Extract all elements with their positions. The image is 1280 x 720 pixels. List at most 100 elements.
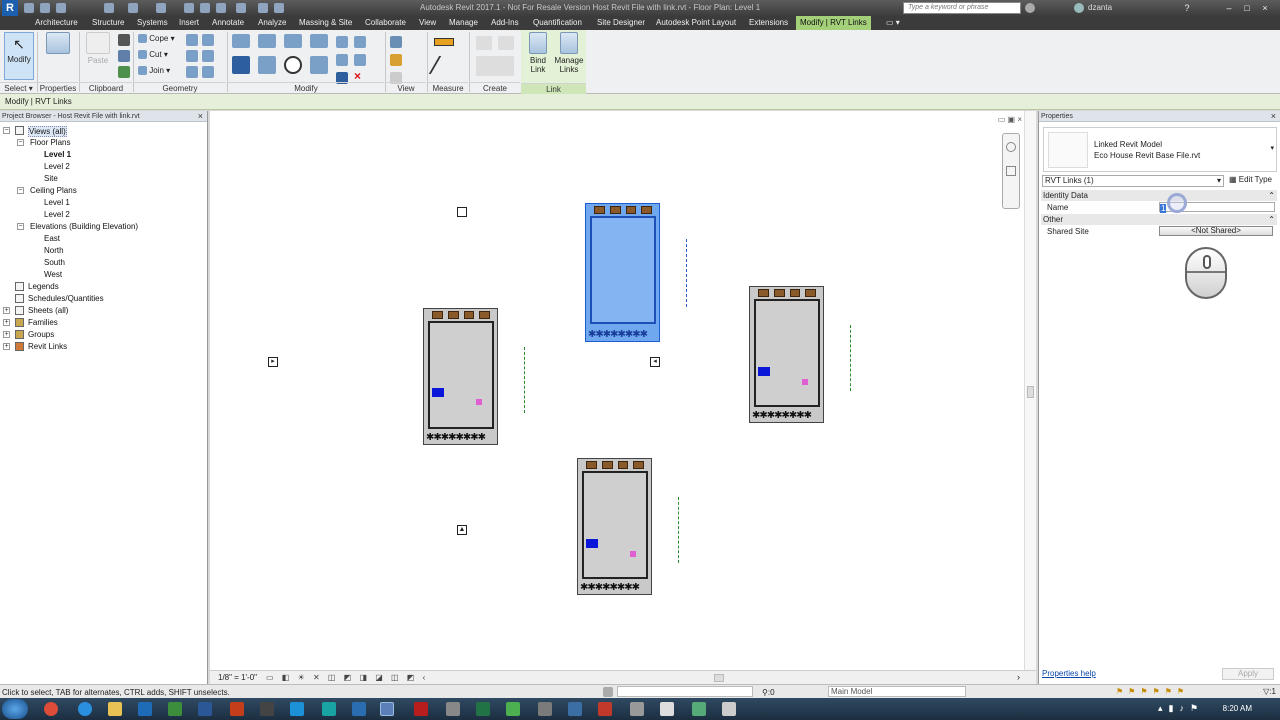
minimize-icon[interactable]: – [1222, 2, 1236, 14]
revit-taskbar-icon[interactable] [380, 702, 394, 716]
undo-icon[interactable] [104, 3, 114, 13]
tab-insert[interactable]: Insert [179, 16, 199, 30]
cope-button[interactable]: Cope ▾ [138, 34, 175, 44]
type-properties-button[interactable] [41, 32, 75, 56]
linked-model-selected[interactable]: ✱✱✱✱✱✱✱✱ [585, 203, 660, 342]
modify-button[interactable]: ↖ Modify [4, 32, 34, 80]
type-selector[interactable]: Linked Revit Model Eco House Revit Base … [1043, 127, 1277, 172]
split-icon[interactable] [336, 36, 348, 48]
explorer-icon[interactable] [108, 702, 122, 716]
expand-icon[interactable]: + [3, 343, 10, 350]
select-panel-label[interactable]: Select ▾ [0, 82, 37, 93]
app-icon[interactable] [598, 702, 612, 716]
powerpoint-icon[interactable] [230, 702, 244, 716]
collapse-icon[interactable]: − [3, 127, 10, 134]
acrobat-icon[interactable] [414, 702, 428, 716]
username[interactable]: dzanta [1088, 3, 1112, 12]
selection-toggle-icons[interactable]: ⚑⚑⚑⚑⚑⚑ [1116, 687, 1189, 696]
view-scale[interactable]: 1/8" = 1'-0" [218, 673, 257, 682]
tab-collaborate[interactable]: Collaborate [365, 16, 406, 30]
measure-between-icon[interactable] [434, 38, 454, 46]
collapse-icon[interactable]: − [17, 187, 24, 194]
tab-structure[interactable]: Structure [92, 16, 124, 30]
create-group-icon[interactable] [476, 56, 514, 76]
override-graphics-icon[interactable] [390, 54, 402, 66]
chrome-icon[interactable] [44, 702, 58, 716]
active-model-dropdown[interactable]: Main Model [828, 686, 966, 697]
tab-autodesk-point-layout[interactable]: Autodesk Point Layout [656, 16, 736, 30]
tab-quantification[interactable]: Quantification [533, 16, 582, 30]
tab-analyze[interactable]: Analyze [258, 16, 286, 30]
user-icon[interactable] [1074, 3, 1084, 13]
word-icon[interactable] [198, 702, 212, 716]
3d-view-icon[interactable] [236, 3, 246, 13]
linked-model-east[interactable]: ✱✱✱✱✱✱✱✱ [749, 286, 824, 423]
search-icon[interactable] [1025, 3, 1035, 13]
tab-add-ins[interactable]: Add-Ins [491, 16, 519, 30]
create-parts-icon[interactable] [498, 36, 514, 50]
wall-joins-icon[interactable] [186, 50, 198, 62]
app-icon[interactable] [660, 702, 674, 716]
ie-icon[interactable] [78, 702, 92, 716]
tree-elevation-west[interactable]: West [44, 270, 62, 279]
tree-legends[interactable]: Legends [28, 282, 59, 291]
app-icon[interactable] [630, 702, 644, 716]
manage-links-button[interactable]: Manage Links [552, 32, 586, 74]
tree-families[interactable]: Families [28, 318, 58, 327]
bind-link-button[interactable]: Bind Link [523, 32, 553, 74]
close-icon[interactable]: × [1271, 111, 1276, 122]
tab-massing-site[interactable]: Massing & Site [299, 16, 352, 30]
steering-wheel-icon[interactable] [1006, 142, 1016, 152]
save-icon[interactable] [40, 3, 50, 13]
linked-model-south[interactable]: ✱✱✱✱✱✱✱✱ [577, 458, 652, 595]
copy-element-icon[interactable] [258, 56, 276, 74]
tree-ceiling-plan-level-2[interactable]: Level 2 [44, 210, 70, 219]
collapse-icon[interactable]: − [17, 223, 24, 230]
dimension-icon[interactable] [200, 3, 210, 13]
start-button[interactable] [2, 699, 28, 719]
media-icon[interactable] [168, 702, 182, 716]
west-elevation-marker[interactable]: ▸ [268, 357, 278, 367]
design-options-dropdown[interactable] [617, 686, 753, 697]
match-properties-icon[interactable] [118, 66, 130, 78]
tree-revit-links[interactable]: Revit Links [28, 342, 67, 351]
app-icon[interactable] [290, 702, 304, 716]
view-control-icons[interactable]: ▭ ◧ ☀ ✕ ◫ ◩ ◨ ◪ ◫ ◩ ‹ [266, 673, 428, 682]
edit-type-button[interactable]: ▦ Edit Type [1229, 175, 1272, 184]
tab-manage[interactable]: Manage [449, 16, 478, 30]
close-icon[interactable]: × [198, 111, 203, 122]
tree-elevation-east[interactable]: East [44, 234, 60, 243]
linked-model-west[interactable]: ✱✱✱✱✱✱✱✱ [423, 308, 498, 445]
instance-filter-dropdown[interactable]: RVT Links (1) ▾ [1042, 175, 1224, 187]
tree-floor-plan-level-2[interactable]: Level 2 [44, 162, 70, 171]
app-icon[interactable] [260, 702, 274, 716]
help-icon[interactable]: ? [1180, 2, 1194, 14]
south-elevation-marker[interactable]: ▲ [457, 525, 467, 535]
move-icon[interactable] [232, 56, 250, 74]
hide-icon[interactable] [390, 36, 402, 48]
ribbon-options-icon[interactable]: ▭ ▾ [886, 16, 900, 30]
collapse-icon[interactable]: − [17, 139, 24, 146]
demolish-icon[interactable] [186, 66, 198, 78]
array-icon[interactable] [336, 54, 348, 66]
clock[interactable]: 8:20 AM [1223, 704, 1252, 713]
tree-floor-plans[interactable]: Floor Plans [30, 138, 70, 147]
open-icon[interactable] [24, 3, 34, 13]
view-window-controls[interactable]: ▭ ▣ × [998, 115, 1022, 124]
apply-button[interactable]: Apply [1222, 668, 1274, 680]
collapse-icon[interactable]: ⌃ [1268, 190, 1275, 201]
app-icon[interactable] [506, 702, 520, 716]
tree-groups[interactable]: Groups [28, 330, 54, 339]
tree-views-all[interactable]: Views (all) [28, 126, 67, 137]
group-identity-data[interactable]: Identity Data ⌃ [1041, 190, 1277, 201]
join-button[interactable]: Join ▾ [138, 66, 170, 76]
filter-count[interactable]: ▽:1 [1263, 687, 1276, 696]
tree-floor-plan-site[interactable]: Site [44, 174, 58, 183]
mirror-draw-icon[interactable] [310, 34, 328, 48]
cut-icon[interactable] [118, 34, 130, 46]
vertical-scrollbar[interactable] [1024, 111, 1036, 684]
mirror-axis-icon[interactable] [284, 34, 302, 48]
tab-site-designer[interactable]: Site Designer [597, 16, 645, 30]
scroll-right-icon[interactable]: › [1017, 672, 1020, 682]
app-icon[interactable] [352, 702, 366, 716]
